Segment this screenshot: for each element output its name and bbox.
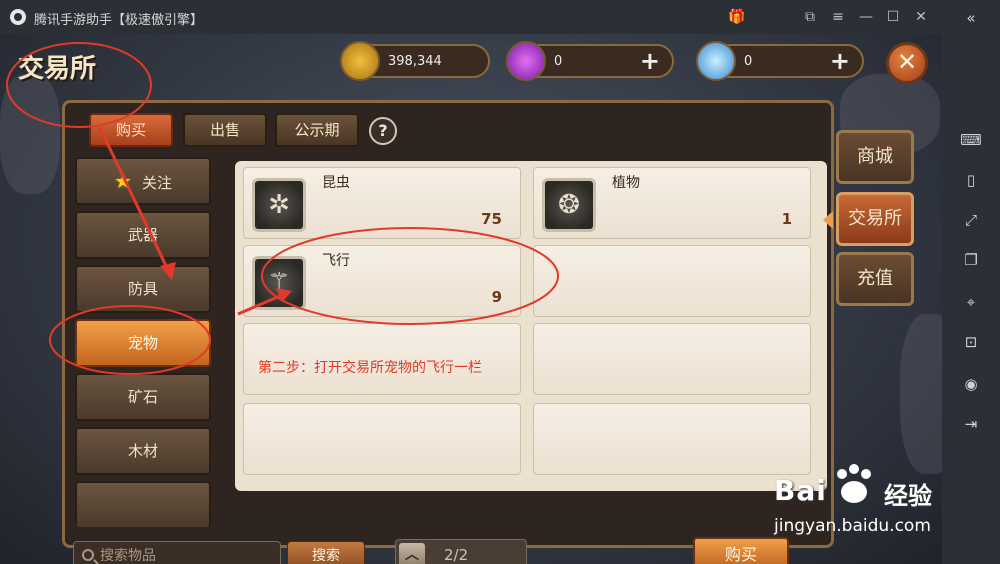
empty-slot	[533, 245, 811, 317]
side-tab-exchange[interactable]: 交易所	[823, 192, 914, 246]
item-name: 植物	[612, 175, 640, 191]
background-decor	[900, 314, 942, 474]
fullscreen-icon[interactable]: ⤢	[959, 208, 983, 232]
category-armor[interactable]: 防具	[75, 265, 211, 313]
annotation-text: 第二步：打开交易所宠物的飞行一栏	[258, 360, 482, 376]
shake-icon[interactable]: ▯	[959, 168, 983, 192]
menu-icon[interactable]: ≡	[828, 7, 848, 27]
category-weapons[interactable]: 武器	[75, 211, 211, 259]
category-label: 关注	[141, 174, 172, 192]
multi-window-icon[interactable]: ❐	[959, 248, 983, 272]
purple-gem-icon	[506, 41, 546, 81]
empty-slot	[243, 403, 521, 475]
background-decor	[0, 74, 60, 194]
screenshot-icon[interactable]: ⊡	[959, 330, 983, 354]
item-insect[interactable]: ✲ 昆虫 75	[243, 167, 521, 239]
category-pets[interactable]: 宠物	[75, 319, 211, 367]
help-button[interactable]: ?	[369, 117, 397, 145]
side-tab-recharge[interactable]: 充值	[836, 252, 914, 306]
emulator-titlebar: 腾讯手游助手【极速傲引擎】 🎁 ⧉ ≡ — ☐ ✕	[0, 0, 1000, 34]
collapse-icon[interactable]: «	[959, 6, 983, 30]
locate-icon[interactable]: ⌖	[959, 290, 983, 314]
search-icon	[82, 549, 94, 561]
add-gem-button[interactable]: +	[640, 47, 660, 75]
item-count: 9	[491, 288, 502, 306]
item-count: 1	[781, 210, 792, 228]
gem-currency: 0 +	[506, 41, 674, 81]
exit-icon[interactable]: ⇥	[959, 412, 983, 436]
side-tab-shop[interactable]: 商城	[836, 130, 914, 184]
paw-icon	[837, 464, 871, 503]
gold-currency: 398,344	[340, 41, 490, 81]
pagination: ︿ 2/2	[395, 539, 527, 564]
category-more[interactable]	[75, 481, 211, 527]
search-placeholder: 搜索物品	[100, 548, 156, 564]
maximize-icon[interactable]: ☐	[883, 7, 903, 27]
search-input[interactable]: 搜索物品	[73, 541, 281, 564]
item-plant[interactable]: ❂ 植物 1	[533, 167, 811, 239]
category-list: ★ 关注 武器 防具 宠物 矿石 木材	[73, 155, 213, 527]
window-title: 腾讯手游助手【极速傲引擎】	[34, 13, 204, 28]
empty-slot	[533, 323, 811, 395]
page-up-button[interactable]: ︿	[399, 543, 425, 564]
restore-icon[interactable]: ⧉	[800, 7, 820, 27]
gift-icon[interactable]: 🎁	[727, 7, 747, 27]
add-diamond-button[interactable]: +	[830, 47, 850, 75]
watermark-brand: Bai	[774, 474, 827, 507]
category-wood[interactable]: 木材	[75, 427, 211, 475]
insect-icon: ✲	[252, 178, 306, 232]
star-icon: ★	[114, 169, 132, 193]
record-icon[interactable]: ◉	[959, 372, 983, 396]
exchange-panel: 购买 出售 公示期 ? ★ 关注 武器 防具 宠物 矿石 木材 ✲ 昆虫 75 ❂…	[62, 100, 834, 564]
search-button[interactable]: 搜索	[287, 541, 365, 564]
gem-amount: 0	[554, 54, 563, 69]
gold-amount: 398,344	[388, 54, 442, 69]
flying-icon: ⚚	[252, 256, 306, 310]
item-grid: ✲ 昆虫 75 ❂ 植物 1 ⚚ 飞行 9	[235, 161, 827, 491]
category-ore[interactable]: 矿石	[75, 373, 211, 421]
gold-coin-icon	[340, 41, 380, 81]
close-exchange-button[interactable]: ✕	[886, 42, 928, 84]
app-logo-icon	[10, 9, 26, 25]
item-name: 昆虫	[322, 175, 350, 191]
page-title: 交易所	[18, 54, 97, 84]
page-indicator: 2/2	[444, 546, 469, 564]
watermark-brand-suffix: 经验	[884, 482, 932, 510]
diamond-icon	[696, 41, 736, 81]
baidu-watermark: Bai 经验 jingyan.baidu.com	[768, 454, 958, 554]
diamond-currency: 0 +	[696, 41, 864, 81]
close-icon[interactable]: ✕	[911, 7, 931, 27]
category-follow[interactable]: ★ 关注	[75, 157, 211, 205]
diamond-amount: 0	[744, 54, 753, 69]
tab-announcement[interactable]: 公示期	[275, 113, 359, 147]
item-count: 75	[481, 210, 502, 228]
plant-icon: ❂	[542, 178, 596, 232]
minimize-icon[interactable]: —	[856, 7, 876, 27]
item-name: 飞行	[322, 253, 350, 269]
tab-buy[interactable]: 购买	[89, 113, 173, 147]
keyboard-icon[interactable]: ⌨	[959, 128, 983, 152]
watermark-url: jingyan.baidu.com	[774, 516, 931, 536]
tab-sell[interactable]: 出售	[183, 113, 267, 147]
item-flying[interactable]: ⚚ 飞行 9	[243, 245, 521, 317]
